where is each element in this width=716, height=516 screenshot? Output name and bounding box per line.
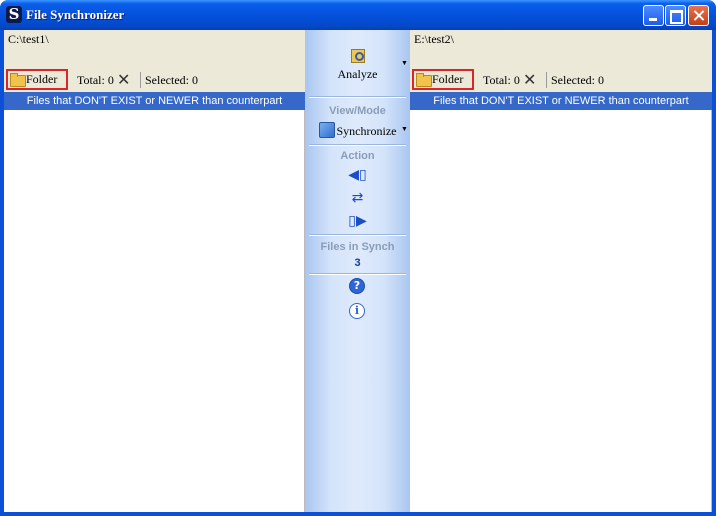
right-total: Total: 0 — [483, 73, 520, 87]
view-mode-title: View/Mode — [329, 105, 386, 117]
synchronize-icon — [318, 122, 335, 138]
right-pane: E:\test2\ Folder 2 Total: 0 ✕ Selected: … — [410, 30, 712, 512]
right-clear-icon[interactable]: ✕ — [523, 68, 536, 92]
maximize-button[interactable] — [665, 5, 686, 26]
view-mode-dropdown-icon[interactable]: ▼ — [401, 126, 408, 133]
right-filter-header[interactable]: Files that DON'T EXIST or NEWER than cou… — [410, 92, 712, 110]
right-file-list[interactable] — [410, 110, 712, 512]
minimize-button[interactable] — [643, 5, 664, 26]
right-path-text: E:\test2\ — [414, 32, 454, 46]
right-toolbar: Folder 2 Total: 0 ✕ Selected: 0 — [410, 68, 712, 103]
files-in-synch-title: Files in Synch — [320, 241, 395, 253]
client-area: C:\test1\ Folder 1 Total: 0 ✕ Selected: … — [4, 30, 712, 512]
copy-right-button[interactable]: ▯▶ — [305, 212, 410, 229]
copy-left-button[interactable]: ◀▯ — [305, 166, 410, 183]
app-icon[interactable]: S — [6, 6, 22, 23]
app-window: S File Synchronizer C:\test1\ Folder 1 T… — [0, 0, 716, 516]
divider — [309, 96, 406, 98]
folder-icon — [10, 73, 26, 87]
help-icon[interactable]: ? — [349, 278, 365, 294]
left-toolbar-divider — [140, 72, 141, 88]
right-path-field[interactable]: E:\test2\ — [410, 30, 712, 68]
title-bar[interactable]: S File Synchronizer — [0, 0, 716, 30]
folder-2-button[interactable]: Folder 2 — [412, 69, 474, 103]
left-total: Total: 0 — [77, 73, 114, 87]
copy-both-button[interactable]: ⇄ — [305, 189, 410, 206]
info-icon[interactable]: i — [349, 303, 365, 319]
left-file-list[interactable] — [4, 110, 305, 512]
copy-both-icon: ⇄ — [351, 190, 364, 206]
analyze-dropdown-icon[interactable]: ▼ — [401, 60, 408, 67]
window-title: File Synchronizer — [26, 7, 125, 22]
copy-left-icon: ◀▯ — [348, 167, 367, 183]
files-in-synch-count: 3 — [354, 257, 361, 269]
right-toolbar-divider — [546, 72, 547, 88]
copy-right-icon: ▯▶ — [348, 213, 367, 229]
left-pane: C:\test1\ Folder 1 Total: 0 ✕ Selected: … — [4, 30, 305, 512]
divider — [309, 273, 406, 275]
view-mode-select[interactable]: Synchronize — [305, 122, 410, 140]
close-button[interactable] — [688, 5, 709, 26]
analyze-icon[interactable] — [305, 49, 410, 65]
left-path-text: C:\test1\ — [8, 32, 49, 46]
divider — [309, 144, 406, 146]
control-panel: Analyze ▼ View/Mode Synchronize ▼ Action… — [305, 30, 410, 512]
view-mode-value: Synchronize — [336, 124, 397, 138]
action-title: Action — [340, 150, 375, 162]
left-toolbar: Folder 1 Total: 0 ✕ Selected: 0 — [4, 68, 305, 103]
left-filter-header[interactable]: Files that DON'T EXIST or NEWER than cou… — [4, 92, 305, 110]
left-selected: Selected: 0 — [145, 73, 198, 87]
folder-1-button[interactable]: Folder 1 — [6, 69, 68, 103]
left-clear-icon[interactable]: ✕ — [117, 68, 130, 92]
analyze-button[interactable]: Analyze — [305, 67, 410, 82]
right-selected: Selected: 0 — [551, 73, 604, 87]
divider — [309, 234, 406, 236]
left-path-field[interactable]: C:\test1\ — [4, 30, 305, 68]
folder-icon — [416, 73, 432, 87]
